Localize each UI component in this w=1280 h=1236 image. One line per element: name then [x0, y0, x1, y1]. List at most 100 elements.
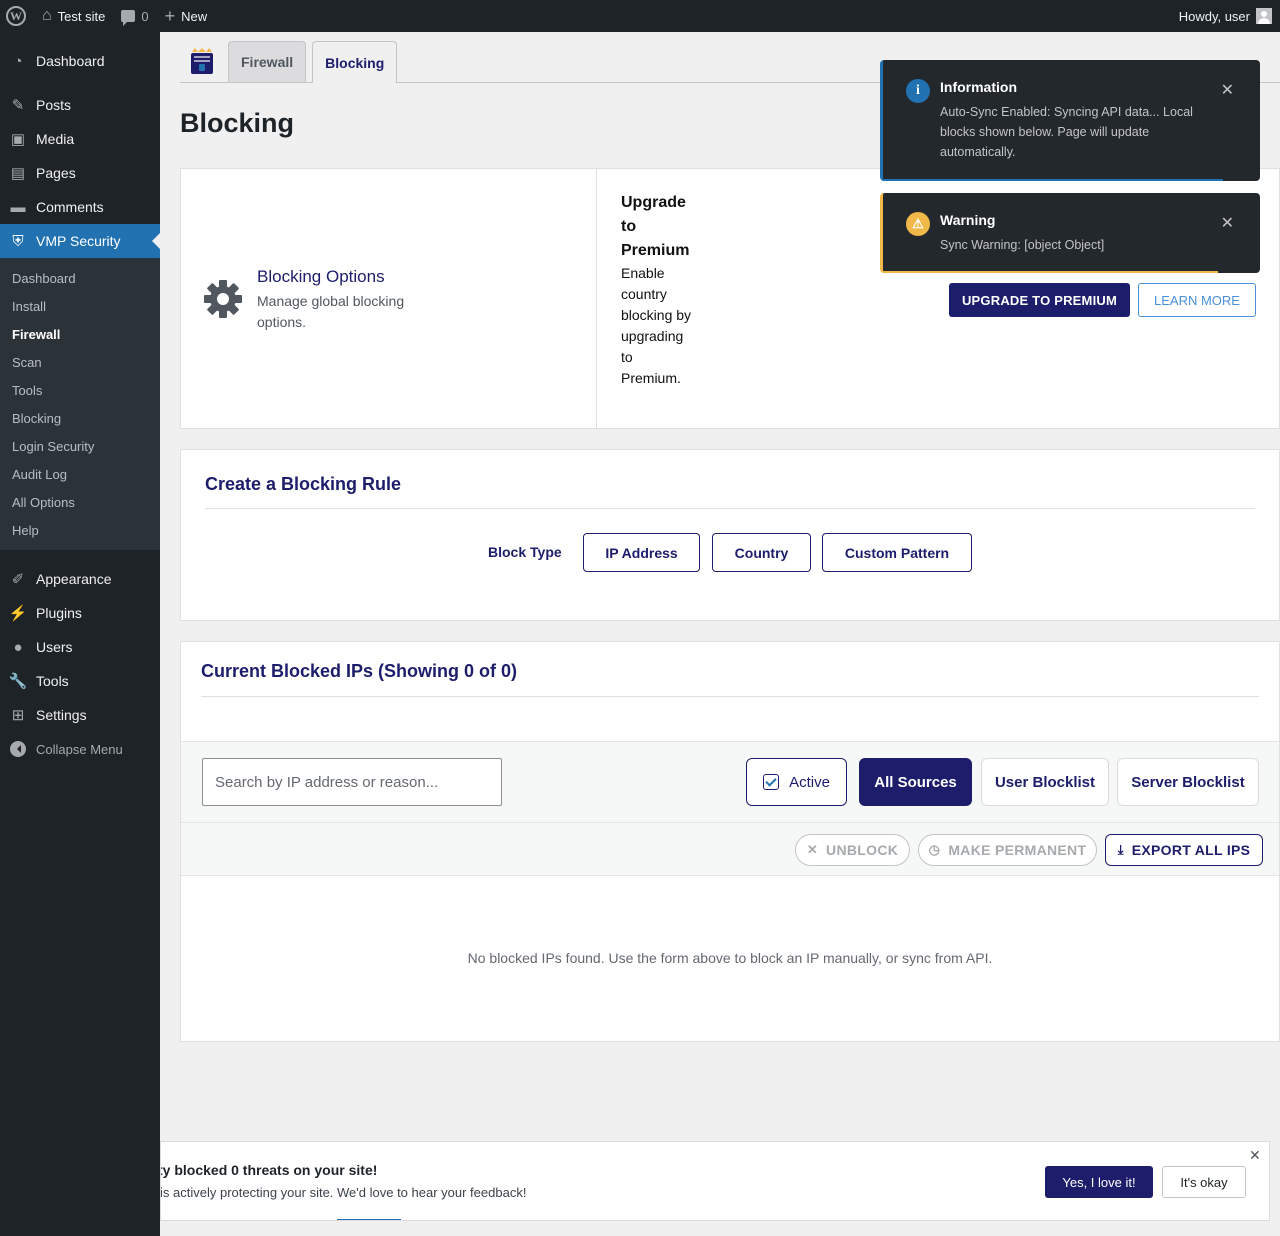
submenu-login-security[interactable]: Login Security: [0, 432, 160, 460]
feedback-yes-button[interactable]: Yes, I love it!: [1045, 1166, 1153, 1198]
admin-sidebar: ◔ Dashboard ✎ Posts ▣ Media ▤ Pages ▬ Co…: [0, 32, 160, 1236]
download-icon: ⤓: [1117, 842, 1124, 857]
card-divider: [596, 169, 597, 428]
wordpress-logo-icon: W: [6, 6, 26, 26]
submenu-firewall[interactable]: Firewall: [0, 320, 160, 348]
close-icon[interactable]: ✕: [1221, 213, 1234, 233]
warning-toast: ⚠ Warning Sync Warning: [object Object] …: [880, 193, 1260, 273]
wp-logo-menu[interactable]: W: [0, 0, 34, 32]
sidebar-item-label: Comments: [36, 199, 104, 215]
source-all-button[interactable]: All Sources: [859, 758, 972, 806]
feedback-okay-button[interactable]: It's okay: [1162, 1166, 1246, 1198]
toast-progress: [883, 179, 1223, 181]
vmp-submenu: Dashboard Install Firewall Scan Tools Bl…: [0, 258, 160, 550]
active-filter-toggle[interactable]: Active: [746, 758, 847, 806]
collapse-menu-button[interactable]: Collapse Menu: [0, 732, 160, 766]
plus-icon: +: [164, 6, 176, 26]
warning-icon: ⚠: [906, 212, 930, 236]
tab-blocking[interactable]: Blocking: [312, 41, 398, 83]
sidebar-item-tools[interactable]: 🔧 Tools: [0, 664, 160, 698]
close-icon[interactable]: ✕: [1221, 80, 1234, 100]
sidebar-item-posts[interactable]: ✎ Posts: [0, 88, 160, 122]
submenu-blocking[interactable]: Blocking: [0, 404, 160, 432]
upgrade-title: Upgrade to Premium: [621, 194, 690, 259]
toast-progress: [883, 271, 1218, 273]
unblock-button[interactable]: ✕ UNBLOCK: [795, 834, 910, 866]
sidebar-item-users[interactable]: ● Users: [0, 630, 160, 664]
clock-icon: ◷: [928, 842, 941, 857]
new-content-menu[interactable]: + New: [157, 0, 216, 32]
submenu-all-options[interactable]: All Options: [0, 488, 160, 516]
make-permanent-button[interactable]: ◷ MAKE PERMANENT: [918, 834, 1097, 866]
upgrade-to-premium-button[interactable]: UPGRADE TO PREMIUM: [949, 283, 1130, 317]
comments-icon: ▬: [10, 198, 26, 216]
active-label: Active: [789, 773, 830, 791]
block-type-country-button[interactable]: Country: [712, 533, 811, 572]
feedback-message: is actively protecting your site. We'd l…: [160, 1185, 527, 1200]
site-name-link[interactable]: ⌂ Test site: [34, 0, 113, 32]
avatar: [1256, 8, 1272, 24]
export-label: EXPORT ALL IPS: [1131, 842, 1251, 858]
make-permanent-label: MAKE PERMANENT: [948, 842, 1087, 858]
export-all-ips-button[interactable]: ⤓ EXPORT ALL IPS: [1105, 834, 1263, 866]
sidebar-item-media[interactable]: ▣ Media: [0, 122, 160, 156]
collapse-icon: [10, 741, 26, 757]
submenu-install[interactable]: Install: [0, 292, 160, 320]
block-type-pattern-button[interactable]: Custom Pattern: [822, 533, 972, 572]
learn-more-button[interactable]: LEARN MORE: [1138, 283, 1256, 317]
sidebar-item-settings[interactable]: ⊞ Settings: [0, 698, 160, 732]
home-icon: ⌂: [42, 7, 52, 24]
pages-icon: ▤: [10, 165, 26, 182]
create-rule-card: Create a Blocking Rule Block Type IP Add…: [180, 449, 1280, 621]
source-user-blocklist-button[interactable]: User Blocklist: [981, 758, 1109, 806]
submenu-tools[interactable]: Tools: [0, 376, 160, 404]
sidebar-item-plugins[interactable]: ⚡ Plugins: [0, 596, 160, 630]
toast-title: Warning: [940, 212, 996, 228]
feedback-title: ty blocked 0 threats on your site!: [160, 1162, 378, 1178]
brush-icon: ✐: [11, 571, 25, 588]
info-toast: i Information Auto-Sync Enabled: Syncing…: [880, 60, 1260, 181]
bulk-action-bar: ✕ UNBLOCK ◷ MAKE PERMANENT ⤓ EXPORT ALL …: [181, 823, 1279, 876]
block-type-ip-button[interactable]: IP Address: [583, 533, 700, 572]
submenu-help[interactable]: Help: [0, 516, 160, 544]
source-server-blocklist-button[interactable]: Server Blocklist: [1117, 758, 1259, 806]
my-account-menu[interactable]: Howdy, user: [1179, 8, 1280, 24]
blocked-ips-title: Current Blocked IPs (Showing 0 of 0): [201, 661, 518, 681]
sidebar-item-label: Posts: [36, 97, 72, 113]
plug-icon: ⚡: [8, 605, 28, 622]
media-icon: ▣: [10, 131, 26, 148]
comment-icon: [121, 10, 136, 26]
upgrade-description: Enable country blocking by upgrading to …: [621, 265, 692, 386]
submenu-audit-log[interactable]: Audit Log: [0, 460, 160, 488]
block-type-label: Block Type: [488, 544, 562, 560]
blocking-options-link[interactable]: Blocking Options: [257, 267, 385, 287]
sidebar-item-label: Settings: [36, 707, 87, 723]
empty-state-message: No blocked IPs found. Use the form above…: [467, 950, 993, 966]
blocked-ips-card: Current Blocked IPs (Showing 0 of 0) Sea…: [180, 641, 1280, 1042]
submenu-dashboard[interactable]: Dashboard: [0, 264, 160, 292]
sidebar-item-label: Media: [36, 131, 75, 147]
submenu-scan[interactable]: Scan: [0, 348, 160, 376]
sidebar-item-pages[interactable]: ▤ Pages: [0, 156, 160, 190]
feedback-banner: ty blocked 0 threats on your site! is ac…: [160, 1141, 1270, 1221]
tab-firewall[interactable]: Firewall: [228, 41, 307, 82]
close-icon[interactable]: ✕: [1249, 1147, 1261, 1164]
toast-title: Information: [940, 79, 1017, 95]
sidebar-item-comments[interactable]: ▬ Comments: [0, 190, 160, 224]
sidebar-item-appearance[interactable]: ✐ Appearance: [0, 562, 160, 596]
sidebar-item-label: Plugins: [36, 605, 82, 621]
blocking-options-description: Manage global blocking options.: [257, 293, 405, 330]
toast-message: Sync Warning: [object Object]: [940, 238, 1105, 252]
sidebar-item-label: Appearance: [36, 571, 112, 587]
sidebar-item-label: VMP Security: [36, 233, 121, 249]
sidebar-item-label: Users: [36, 639, 73, 655]
feedback-link-underline: [337, 1219, 401, 1220]
sidebar-item-dashboard[interactable]: ◔ Dashboard: [0, 44, 160, 78]
site-name: Test site: [57, 8, 106, 24]
comments-link[interactable]: 0: [113, 0, 156, 32]
admin-bar: W ⌂ Test site 0 + New Howdy, user: [0, 0, 1280, 32]
pin-icon: ✎: [11, 97, 25, 114]
sidebar-item-vmp-security[interactable]: ⛨ VMP Security: [0, 224, 160, 258]
info-icon: i: [906, 79, 930, 103]
search-input[interactable]: Search by IP address or reason...: [202, 758, 502, 806]
